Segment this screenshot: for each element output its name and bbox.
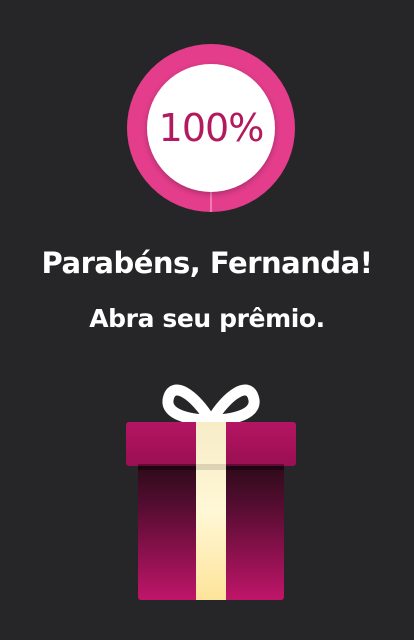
congrats-title: Parabéns, Fernanda! <box>41 246 373 280</box>
gift-bow <box>162 384 260 426</box>
open-prize-subtitle: Abra seu prêmio. <box>89 304 325 333</box>
reward-screen: 100% Parabéns, Fernanda! Abra seu prêmio… <box>0 0 414 640</box>
progress-ring: 100% <box>127 44 295 212</box>
gift-ribbon <box>196 422 226 600</box>
progress-ring-center: 100% <box>147 64 275 192</box>
progress-percentage: 100% <box>158 106 265 150</box>
gift-box-icon[interactable] <box>126 376 296 602</box>
